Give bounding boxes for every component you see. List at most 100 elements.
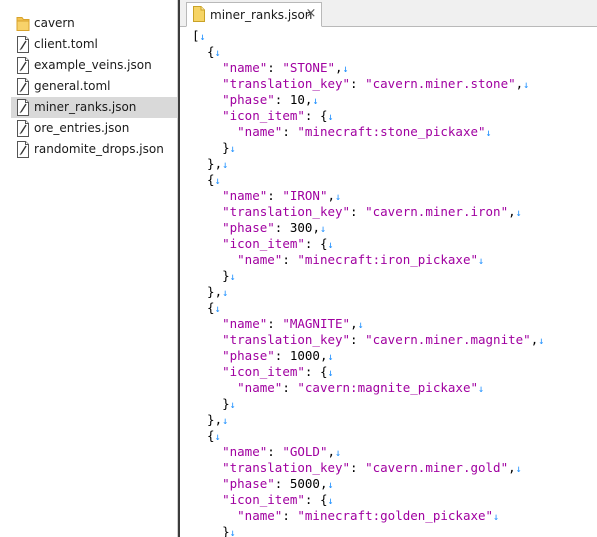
tree-file[interactable]: randomite_drops.json xyxy=(11,139,177,160)
eol-marker-icon: ↓ xyxy=(229,528,236,537)
json-key: "icon_item" xyxy=(222,364,305,379)
json-punctuation: : xyxy=(282,380,298,395)
json-key: "icon_item" xyxy=(222,492,305,507)
json-punctuation: : xyxy=(350,76,366,91)
file-icon xyxy=(17,36,29,53)
tree-file[interactable]: client.toml xyxy=(11,34,177,55)
json-string: "STONE" xyxy=(282,60,336,75)
json-punctuation: : xyxy=(282,252,298,267)
eol-marker-icon: ↓ xyxy=(199,32,206,43)
folder-icon xyxy=(16,17,30,31)
eol-marker-icon: ↓ xyxy=(222,416,229,427)
json-key: "name" xyxy=(237,252,283,267)
file-icon xyxy=(17,141,29,158)
file-tree: cavern client.toml example_veins.jsongener… xyxy=(0,0,177,537)
code-line: }↓ xyxy=(192,524,236,537)
json-string: "cavern:magnite_pickaxe" xyxy=(297,380,478,395)
json-number: 5000 xyxy=(289,476,320,491)
json-string: "minecraft:golden_pickaxe" xyxy=(297,508,494,523)
file-icon xyxy=(193,6,205,22)
json-string: "cavern.miner.magnite" xyxy=(365,332,531,347)
eol-marker-icon: ↓ xyxy=(327,352,334,363)
code-line: "name": "GOLD",↓ xyxy=(192,444,341,460)
eol-marker-icon: ↓ xyxy=(515,208,522,219)
json-key: "name" xyxy=(222,316,268,331)
tab-miner-ranks[interactable]: miner_ranks.json × xyxy=(186,2,322,27)
json-key: "name" xyxy=(237,124,283,139)
tree-item-label: ore_entries.json xyxy=(34,121,130,135)
code-line: }↓ xyxy=(192,396,236,412)
eol-marker-icon: ↓ xyxy=(319,224,326,235)
json-punctuation: , xyxy=(508,204,516,219)
code-line: "name": "minecraft:stone_pickaxe"↓ xyxy=(192,124,492,140)
tree-file[interactable]: general.toml xyxy=(11,76,177,97)
app-window: cavern client.toml example_veins.jsongener… xyxy=(0,0,597,537)
tree-file[interactable]: miner_ranks.json xyxy=(11,97,177,118)
json-number: 10 xyxy=(289,92,305,107)
code-line: "name": "minecraft:iron_pickaxe"↓ xyxy=(192,252,484,268)
json-key: "translation_key" xyxy=(222,332,351,347)
eol-marker-icon: ↓ xyxy=(229,144,236,155)
tree-file[interactable]: ore_entries.json xyxy=(11,118,177,139)
json-punctuation: , xyxy=(319,348,328,363)
code-line: {↓ xyxy=(192,172,221,188)
code-line: [↓ xyxy=(192,28,206,44)
tree-item-label: general.toml xyxy=(34,79,111,93)
json-number: 300 xyxy=(289,220,313,235)
code-area[interactable]: [↓ {↓ "name": "STONE",↓ "translation_key… xyxy=(180,28,597,537)
eol-marker-icon: ↓ xyxy=(214,48,221,59)
code-line: "phase": 5000,↓ xyxy=(192,476,334,492)
eol-marker-icon: ↓ xyxy=(312,96,319,107)
tab-label: miner_ranks.json xyxy=(210,8,313,22)
eol-marker-icon: ↓ xyxy=(222,288,229,299)
json-string: "cavern.miner.iron" xyxy=(365,204,509,219)
json-punctuation: : xyxy=(350,332,366,347)
json-key: "name" xyxy=(222,188,268,203)
code-line: },↓ xyxy=(192,284,228,300)
json-number: 1000 xyxy=(289,348,320,363)
eol-marker-icon: ↓ xyxy=(478,256,485,267)
json-punctuation: , xyxy=(319,476,328,491)
json-punctuation: : xyxy=(274,220,290,235)
json-string: "GOLD" xyxy=(282,444,328,459)
json-punctuation: } xyxy=(192,268,230,283)
json-punctuation: , xyxy=(350,316,358,331)
tree-folder[interactable]: cavern xyxy=(11,13,177,34)
json-punctuation xyxy=(192,220,222,235)
code-line: "name": "IRON",↓ xyxy=(192,188,341,204)
editor-pane: miner_ranks.json × [↓ {↓ "name": "STONE"… xyxy=(180,0,597,537)
eol-marker-icon: ↓ xyxy=(327,112,334,123)
file-icon xyxy=(17,120,29,137)
json-punctuation: { xyxy=(192,300,215,315)
code-line: "translation_key": "cavern.miner.stone",… xyxy=(192,76,529,92)
eol-marker-icon: ↓ xyxy=(538,336,545,347)
json-punctuation xyxy=(192,332,222,347)
json-punctuation xyxy=(192,476,222,491)
tab-bar: miner_ranks.json × xyxy=(180,0,597,27)
eol-marker-icon: ↓ xyxy=(229,272,236,283)
eol-marker-icon: ↓ xyxy=(485,128,492,139)
json-punctuation: , xyxy=(312,220,320,235)
eol-marker-icon: ↓ xyxy=(327,240,334,251)
json-punctuation: } xyxy=(192,524,230,537)
json-punctuation: [ xyxy=(192,28,200,43)
json-punctuation: }, xyxy=(192,284,223,299)
json-punctuation xyxy=(192,444,222,459)
json-punctuation: { xyxy=(192,172,215,187)
json-punctuation: : xyxy=(274,476,290,491)
tree-file[interactable]: example_veins.json xyxy=(11,55,177,76)
eol-marker-icon: ↓ xyxy=(327,496,334,507)
code-line: "name": "MAGNITE",↓ xyxy=(192,316,364,332)
code-line: "icon_item": {↓ xyxy=(192,492,334,508)
json-punctuation: }, xyxy=(192,156,223,171)
code-line: {↓ xyxy=(192,428,221,444)
file-icon xyxy=(17,57,29,74)
code-line: {↓ xyxy=(192,44,221,60)
json-punctuation: , xyxy=(335,60,343,75)
json-punctuation xyxy=(192,204,222,219)
eol-marker-icon: ↓ xyxy=(327,480,334,491)
json-key: "name" xyxy=(222,60,268,75)
close-icon[interactable]: × xyxy=(304,7,318,21)
json-punctuation: : { xyxy=(304,492,328,507)
json-punctuation: : xyxy=(282,508,298,523)
